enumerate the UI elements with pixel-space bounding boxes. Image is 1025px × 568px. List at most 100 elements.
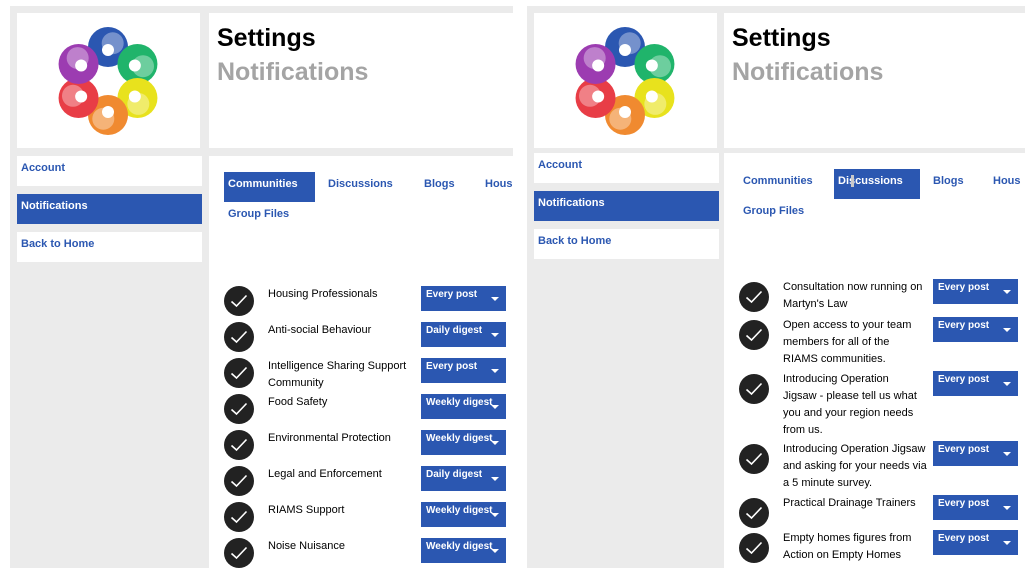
frequency-dropdown[interactable]: Every post	[933, 371, 1018, 396]
caret-down-icon	[491, 333, 499, 337]
caret-down-icon	[491, 477, 499, 481]
subscription-name: RIAMS Support	[268, 504, 345, 516]
logo-box	[534, 13, 717, 148]
tab-hous[interactable]: Hous	[989, 169, 1025, 199]
tab-blogs[interactable]: Blogs	[929, 169, 968, 199]
check-circle-icon[interactable]	[739, 282, 769, 312]
page-subtitle: Notifications	[732, 58, 884, 86]
check-circle-icon[interactable]	[224, 538, 254, 568]
sidebar-item-back-to-home[interactable]: Back to Home	[534, 229, 719, 259]
sidebar-item-notifications[interactable]: Notifications	[17, 194, 202, 224]
frequency-value: Weekly digest	[426, 505, 493, 516]
subscription-name: Consultation now running on Martyn's Law	[783, 281, 923, 310]
subscription-name: Practical Drainage Trainers	[783, 497, 916, 509]
caret-down-icon	[491, 405, 499, 409]
frequency-dropdown[interactable]: Every post	[421, 286, 506, 311]
tab-group-files[interactable]: Group Files	[224, 202, 293, 232]
subscription-name: Open access to your team members for all…	[783, 319, 912, 365]
check-circle-icon[interactable]	[224, 466, 254, 496]
page-header: Settings Notifications	[724, 13, 1025, 148]
tab-communities[interactable]: Communities	[739, 169, 817, 199]
sidebar-item-back-to-home[interactable]: Back to Home	[17, 232, 202, 262]
frequency-dropdown[interactable]: Every post	[933, 530, 1018, 555]
frequency-value: Every post	[938, 533, 990, 544]
subscription-name: Environmental Protection	[268, 432, 391, 444]
community-circle-logo	[58, 26, 158, 135]
tab-hous[interactable]: Hous	[481, 172, 513, 202]
caret-down-icon	[491, 513, 499, 517]
caret-down-icon	[1003, 452, 1011, 456]
frequency-value: Weekly digest	[426, 397, 493, 408]
tab-discussions[interactable]: Discussions	[834, 169, 920, 199]
frequency-value: Every post	[426, 361, 478, 372]
tab-discussions-label: Discussions	[838, 175, 903, 187]
frequency-value: Every post	[426, 289, 478, 300]
frequency-dropdown[interactable]: Weekly digest	[421, 430, 506, 455]
frequency-value: Every post	[938, 374, 990, 385]
check-circle-icon[interactable]	[739, 498, 769, 528]
caret-down-icon	[491, 441, 499, 445]
frequency-dropdown[interactable]: Daily digest	[421, 322, 506, 347]
page-header: Settings Notifications	[209, 13, 513, 148]
check-circle-icon[interactable]	[739, 533, 769, 563]
frequency-value: Every post	[938, 320, 990, 331]
subscription-name: Empty homes figures from Action on Empty…	[783, 532, 912, 561]
frequency-value: Daily digest	[426, 325, 483, 336]
caret-down-icon	[1003, 328, 1011, 332]
frequency-dropdown[interactable]: Every post	[421, 358, 506, 383]
check-circle-icon[interactable]	[739, 444, 769, 474]
check-circle-icon[interactable]	[224, 322, 254, 352]
tab-bar: Communities Discussions Blogs Hous Group…	[739, 169, 1025, 229]
subscription-name: Noise Nuisance	[268, 540, 346, 552]
check-circle-icon[interactable]	[224, 430, 254, 460]
community-circle-logo	[575, 26, 675, 135]
check-circle-icon[interactable]	[224, 358, 254, 388]
page-title: Settings	[217, 24, 316, 52]
frequency-dropdown[interactable]: Every post	[933, 317, 1018, 342]
sidebar-item-account[interactable]: Account	[17, 156, 202, 186]
frequency-dropdown[interactable]: Every post	[933, 441, 1018, 466]
settings-panel-right: Settings Notifications Account Notificat…	[527, 6, 1025, 568]
frequency-dropdown[interactable]: Every post	[933, 495, 1018, 520]
check-circle-icon[interactable]	[224, 394, 254, 424]
check-circle-icon[interactable]	[224, 286, 254, 316]
tab-discussions[interactable]: Discussions	[324, 172, 397, 202]
frequency-dropdown[interactable]: Daily digest	[421, 466, 506, 491]
caret-down-icon	[491, 549, 499, 553]
logo-box	[17, 13, 200, 148]
caret-down-icon	[1003, 541, 1011, 545]
check-circle-icon[interactable]	[739, 374, 769, 404]
page-title: Settings	[732, 24, 831, 52]
sidebar: Account Notifications Back to Home	[534, 153, 719, 267]
subscription-name: Intelligence Sharing Support Community	[268, 360, 407, 389]
frequency-dropdown[interactable]: Weekly digest	[421, 502, 506, 527]
frequency-value: Every post	[938, 282, 990, 293]
subscription-name: Housing Professionals	[268, 288, 378, 300]
caret-down-icon	[491, 369, 499, 373]
caret-down-icon	[1003, 382, 1011, 386]
frequency-value: Every post	[938, 444, 990, 455]
sidebar: Account Notifications Back to Home	[17, 156, 202, 270]
settings-panel-left: Settings Notifications Account Notificat…	[10, 6, 513, 568]
caret-down-icon	[1003, 506, 1011, 510]
frequency-dropdown[interactable]: Weekly digest	[421, 394, 506, 419]
notifications-content: Communities Discussions Blogs Hous Group…	[724, 153, 1025, 568]
subscription-name: Legal and Enforcement	[268, 468, 382, 480]
frequency-value: Weekly digest	[426, 433, 493, 444]
caret-down-icon	[491, 297, 499, 301]
sidebar-item-notifications[interactable]: Notifications	[534, 191, 719, 221]
text-cursor-icon	[851, 175, 854, 187]
check-circle-icon[interactable]	[224, 502, 254, 532]
subscription-name: Introducing Operation Jigsaw and asking …	[783, 443, 927, 489]
frequency-dropdown[interactable]: Every post	[933, 279, 1018, 304]
tab-blogs[interactable]: Blogs	[420, 172, 459, 202]
frequency-value: Every post	[938, 498, 990, 509]
caret-down-icon	[1003, 290, 1011, 294]
subscription-name: Food Safety	[268, 396, 328, 408]
tab-group-files[interactable]: Group Files	[739, 199, 808, 229]
page-subtitle: Notifications	[217, 58, 369, 86]
tab-communities[interactable]: Communities	[224, 172, 315, 202]
frequency-dropdown[interactable]: Weekly digest	[421, 538, 506, 563]
sidebar-item-account[interactable]: Account	[534, 153, 719, 183]
check-circle-icon[interactable]	[739, 320, 769, 350]
